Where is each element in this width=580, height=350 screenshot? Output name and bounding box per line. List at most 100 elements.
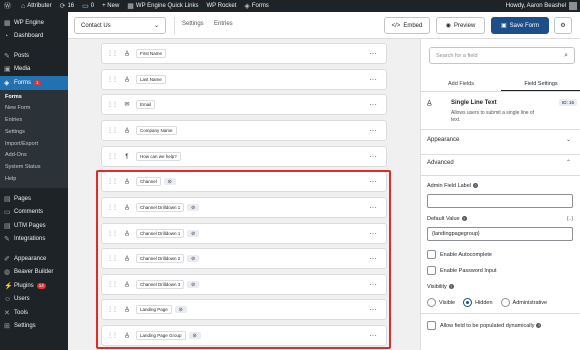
field-row[interactable]: ⋮⋮ A̲ Last Name ···	[101, 69, 387, 90]
new-content-link[interactable]: + New	[98, 3, 123, 9]
merge-tag-icon[interactable]: {..}	[567, 216, 573, 222]
field-row[interactable]: ⋮⋮ A̲ First Name ···	[101, 43, 387, 64]
visibility-administrative-radio[interactable]: Administrative	[500, 298, 547, 307]
enable-autocomplete-checkbox[interactable]: Enable Autocomplete	[427, 250, 492, 259]
more-options-icon[interactable]: ···	[369, 75, 377, 83]
submenu-entries[interactable]: Entries	[0, 115, 68, 127]
entries-link[interactable]: Entries	[214, 21, 233, 27]
more-options-icon[interactable]: ···	[369, 100, 377, 108]
embed-button[interactable]: </> Embed	[384, 17, 430, 34]
hidden-eye-icon: ⊘	[187, 230, 200, 237]
admin-field-label-input[interactable]	[427, 194, 573, 208]
submenu-settings[interactable]: Settings	[0, 127, 68, 139]
sidebar-item-integrations[interactable]: ✎ Integrations	[0, 232, 68, 246]
more-options-icon[interactable]: ···	[369, 177, 377, 185]
site-name-link[interactable]: ⌂ Attributer	[17, 3, 56, 10]
drag-handle-icon[interactable]: ⋮⋮	[107, 76, 118, 83]
sidebar-item-wp-engine[interactable]: ▦ WP Engine	[0, 16, 68, 30]
hidden-eye-icon: ⊘	[187, 204, 200, 211]
drag-handle-icon[interactable]: ⋮⋮	[107, 306, 118, 313]
submenu-help[interactable]: Help	[0, 174, 68, 186]
appearance-section-toggle[interactable]: Appearance	[427, 137, 459, 143]
field-row[interactable]: ⋮⋮ A̲ Channel Drilldown 1 ⊘ ···	[101, 223, 387, 244]
drag-handle-icon[interactable]: ⋮⋮	[107, 127, 118, 134]
advanced-section-toggle[interactable]: Advanced	[427, 160, 454, 166]
sidebar-item-users[interactable]: ☺ Users	[0, 292, 68, 306]
default-value-input[interactable]: {landingpagegroup}	[427, 227, 573, 241]
form-switcher-select[interactable]: Contact Us ⌄	[74, 17, 166, 34]
field-row[interactable]: ⋮⋮ A̲ Company Name ···	[101, 120, 387, 141]
sidebar-item-plugins[interactable]: ⚡ Plugins 14	[0, 279, 68, 293]
field-row[interactable]: ⋮⋮ A̲ Channel Drilldown 3 ⊘ ···	[101, 274, 387, 295]
wp-rocket-link[interactable]: WP Rocket	[203, 3, 241, 9]
more-options-icon[interactable]: ···	[369, 49, 377, 57]
help-icon[interactable]: ?	[473, 183, 479, 188]
more-options-icon[interactable]: ···	[369, 203, 377, 211]
field-row[interactable]: ⋮⋮ ✉ Email ···	[101, 94, 387, 115]
sidebar-item-appearance[interactable]: ✐ Appearance	[0, 252, 68, 266]
tab-field-settings[interactable]: Field Settings	[501, 75, 580, 91]
settings-link[interactable]: Settings	[182, 21, 204, 27]
field-row[interactable]: ⋮⋮ ¶ How can we help? ···	[101, 146, 387, 167]
enable-password-checkbox[interactable]: Enable Password Input	[427, 266, 497, 275]
wordpress-logo-icon[interactable]: Ⓦ	[0, 1, 17, 11]
submenu-system-status[interactable]: System Status	[0, 162, 68, 174]
submenu-add-ons[interactable]: Add-Ons	[0, 150, 68, 162]
sidebar-item-media[interactable]: ▣ Media	[0, 63, 68, 77]
field-row[interactable]: ⋮⋮ A̲ Channel ⊘ ···	[101, 171, 387, 192]
more-options-icon[interactable]: ···	[369, 331, 377, 339]
help-icon[interactable]: ?	[536, 323, 542, 328]
forms-badge: 1	[34, 79, 41, 86]
updates-link[interactable]: ⟳ 16	[56, 2, 79, 10]
sidebar-item-comments[interactable]: ▭ Comments	[0, 205, 68, 219]
tab-add-fields[interactable]: Add Fields	[421, 75, 501, 91]
more-options-icon[interactable]: ···	[369, 229, 377, 237]
sidebar-item-settings[interactable]: ⊞ Settings	[0, 319, 68, 333]
allow-dynamic-population-checkbox[interactable]: Allow field to be populated dynamically?	[427, 321, 542, 330]
forms-adminbar-link[interactable]: ◈ Forms	[240, 2, 272, 10]
more-options-icon[interactable]: ···	[369, 280, 377, 288]
drag-handle-icon[interactable]: ⋮⋮	[107, 204, 118, 211]
save-form-button[interactable]: ▣ Save Form	[491, 17, 549, 34]
drag-handle-icon[interactable]: ⋮⋮	[107, 153, 118, 160]
drag-handle-icon[interactable]: ⋮⋮	[107, 332, 118, 339]
drag-handle-icon[interactable]: ⋮⋮	[107, 178, 118, 185]
sidebar-item-pages[interactable]: ▤ Pages	[0, 192, 68, 206]
more-options-icon[interactable]: ···	[369, 152, 377, 160]
avatar[interactable]	[569, 2, 577, 10]
drag-handle-icon[interactable]: ⋮⋮	[107, 281, 118, 288]
field-search-input[interactable]: Search for a field ⌕	[429, 47, 575, 64]
drag-handle-icon[interactable]: ⋮⋮	[107, 50, 118, 57]
text-icon: A̲	[427, 100, 432, 107]
more-options-icon[interactable]: ···	[369, 254, 377, 262]
submenu-import-export[interactable]: Import/Export	[0, 139, 68, 151]
submenu-forms[interactable]: Forms	[0, 92, 68, 104]
visibility-hidden-radio[interactable]: Hidden	[463, 298, 493, 307]
chevron-down-icon[interactable]: ⌄	[566, 136, 571, 143]
field-row[interactable]: ⋮⋮ A̲ Channel Drilldown 1 ⊘ ···	[101, 197, 387, 218]
drag-handle-icon[interactable]: ⋮⋮	[107, 101, 118, 108]
settings-icon: ⊞	[4, 323, 10, 331]
comments-link[interactable]: ▭ 0	[78, 2, 98, 10]
settings-gear-button[interactable]: ⚙	[554, 17, 572, 34]
drag-handle-icon[interactable]: ⋮⋮	[107, 230, 118, 237]
field-row[interactable]: ⋮⋮ A̲ Channel Drilldown 2 ⊘ ···	[101, 248, 387, 269]
sidebar-item-forms[interactable]: ◈ Forms 1	[0, 76, 68, 90]
drag-handle-icon[interactable]: ⋮⋮	[107, 255, 118, 262]
more-options-icon[interactable]: ···	[369, 305, 377, 313]
chevron-up-icon[interactable]: ⌃	[566, 159, 571, 166]
preview-button[interactable]: ◉ Preview	[436, 17, 485, 34]
sidebar-item-dashboard[interactable]: ◔ Dashboard	[0, 30, 68, 44]
sidebar-item-beaver-builder[interactable]: ◍ Beaver Builder	[0, 265, 68, 279]
field-row[interactable]: ⋮⋮ A̲ Landing Page Group ⊘ ···	[101, 325, 387, 346]
more-options-icon[interactable]: ···	[369, 126, 377, 134]
sidebar-item-posts[interactable]: ✎ Posts	[0, 49, 68, 63]
submenu-new-form[interactable]: New Form	[0, 103, 68, 115]
field-row[interactable]: ⋮⋮ A̲ Landing Page ⊘ ···	[101, 299, 387, 320]
help-icon[interactable]: ?	[461, 216, 467, 221]
wpe-quick-links[interactable]: ▦ WP Engine Quick Links	[123, 2, 202, 10]
visibility-visible-radio[interactable]: Visible	[427, 298, 455, 307]
sidebar-item-tools[interactable]: ✕ Tools	[0, 306, 68, 320]
sidebar-item-utm-pages[interactable]: ▤ UTM Pages	[0, 219, 68, 233]
help-icon[interactable]: ?	[448, 284, 454, 289]
